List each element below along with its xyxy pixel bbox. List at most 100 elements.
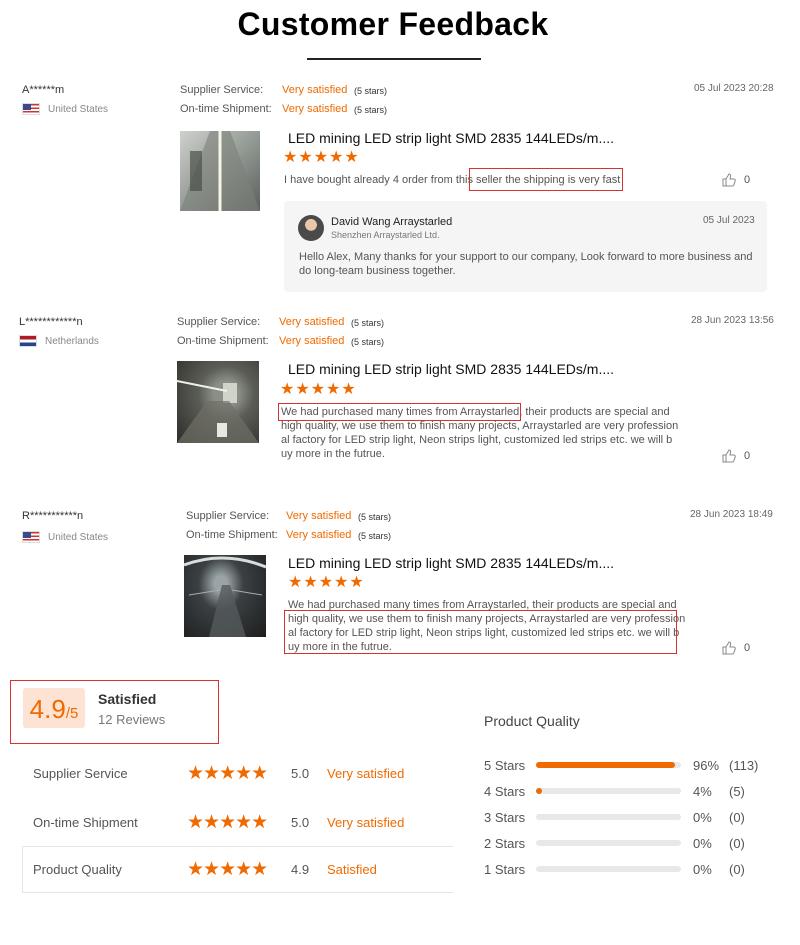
- reviewer-name: L************n: [19, 316, 83, 328]
- percent-label: 0%: [693, 835, 712, 851]
- like-button[interactable]: 0: [722, 641, 750, 655]
- percent-label: 96%: [693, 757, 720, 773]
- product-title-link[interactable]: LED mining LED strip light SMD 2835 144L…: [288, 555, 614, 571]
- review-date: 28 Jun 2023 13:56: [691, 315, 774, 326]
- supplier-service-stars: (5 stars): [358, 512, 392, 522]
- shipment-value: Very satisfied: [286, 529, 352, 541]
- supplier-service-value: Very satisfied: [286, 510, 352, 522]
- progress-bar: [536, 788, 681, 794]
- like-count: 0: [744, 174, 751, 186]
- percent-label: 4%: [693, 783, 712, 799]
- us-flag-icon: [22, 103, 40, 115]
- rating-row-stars: ★★★★★: [187, 811, 268, 833]
- like-button[interactable]: 0: [722, 173, 750, 187]
- review-date: 05 Jul 2023 20:28: [694, 83, 774, 94]
- star-level-label: 1 Stars: [484, 861, 526, 877]
- count-label: (0): [729, 835, 745, 851]
- like-count: 0: [744, 642, 751, 654]
- thumbs-up-icon: [722, 173, 736, 187]
- star-distribution-row: 2 Stars 0% (0): [484, 835, 769, 851]
- reviewer-name: R***********n: [22, 510, 84, 522]
- tunnel-image-icon: [177, 380, 259, 443]
- count-label: (0): [729, 861, 745, 877]
- star-distribution-row: 1 Stars 0% (0): [484, 861, 769, 877]
- supplier-service-value: Very satisfied: [282, 84, 348, 96]
- rating-row-product-quality: Product Quality ★★★★★ 4.9 Satisfied: [33, 858, 377, 880]
- rating-row-label: On-time Shipment: [33, 814, 138, 830]
- percent-label: 0%: [693, 809, 712, 825]
- star-distribution-row: 3 Stars 0% (0): [484, 809, 769, 825]
- rating-row-word: Very satisfied: [327, 814, 405, 830]
- reviewer-country: Netherlands: [19, 335, 99, 347]
- rating-row-stars: ★★★★★: [187, 858, 268, 880]
- avatar: [298, 215, 324, 241]
- score-value: 4.9: [29, 694, 66, 724]
- distribution-title: Product Quality: [484, 713, 580, 729]
- shipment-stars: (5 stars): [351, 337, 385, 347]
- review-count: 12 Reviews: [98, 712, 166, 727]
- supplier-service-label: Supplier Service:: [186, 510, 270, 522]
- progress-bar: [536, 840, 681, 846]
- reviewer-country: United States: [22, 531, 108, 543]
- rating-row-stars: ★★★★★: [187, 762, 268, 784]
- reply-text-line: Hello Alex, Many thanks for your support…: [299, 251, 753, 263]
- review-star-rating: ★★★★★: [288, 574, 365, 591]
- supplier-service-stars: (5 stars): [351, 318, 385, 328]
- supplier-service-label: Supplier Service:: [177, 316, 261, 328]
- product-title-link[interactable]: LED mining LED strip light SMD 2835 144L…: [288, 130, 614, 146]
- progress-bar-fill: [536, 788, 542, 794]
- shipment-value: Very satisfied: [282, 103, 348, 115]
- rating-row-label: Supplier Service: [33, 765, 128, 781]
- rating-row-word: Very satisfied: [327, 765, 405, 781]
- reviewer-name: A******m: [22, 84, 65, 96]
- product-thumbnail[interactable]: [184, 555, 266, 637]
- progress-bar: [536, 814, 681, 820]
- shipment-stars: (5 stars): [354, 105, 388, 115]
- score-suffix: /5: [65, 705, 79, 722]
- shipment-value: Very satisfied: [279, 335, 345, 347]
- country-name: United States: [48, 531, 109, 543]
- percent-label: 0%: [693, 861, 712, 877]
- seller-reply: David Wang Arraystarled Shenzhen Arrayst…: [284, 201, 767, 292]
- supplier-service-value: Very satisfied: [279, 316, 345, 328]
- star-level-label: 2 Stars: [484, 835, 526, 851]
- star-distribution-row: 4 Stars 4% (5): [484, 783, 769, 799]
- supplier-service-label: Supplier Service:: [180, 84, 264, 96]
- product-title-link[interactable]: LED mining LED strip light SMD 2835 144L…: [288, 361, 614, 377]
- star-distribution-row: 5 Stars 96% (113): [484, 757, 769, 773]
- thumbs-up-icon: [722, 641, 736, 655]
- star-level-label: 4 Stars: [484, 783, 526, 799]
- count-label: (5): [729, 783, 745, 799]
- highlight-box: [284, 610, 677, 654]
- product-thumbnail[interactable]: [177, 361, 259, 443]
- review-date: 28 Jun 2023 18:49: [690, 509, 773, 520]
- product-thumbnail[interactable]: [180, 131, 260, 211]
- supplier-service-stars: (5 stars): [354, 86, 388, 96]
- shipment-label: On-time Shipment:: [186, 529, 278, 541]
- star-level-label: 3 Stars: [484, 809, 526, 825]
- overall-score-card: 4.9/5 Satisfied 12 Reviews: [10, 680, 219, 744]
- tunnel-image-icon: [184, 556, 266, 637]
- review-star-rating: ★★★★★: [280, 381, 357, 398]
- reviewer-country: United States: [22, 103, 108, 115]
- us-flag-icon: [22, 531, 40, 543]
- review-text-line: al factory for LED strip light, Neon str…: [281, 434, 673, 446]
- country-name: Netherlands: [45, 335, 99, 347]
- thumbs-up-icon: [722, 449, 736, 463]
- rating-word: Satisfied: [98, 691, 157, 707]
- like-count: 0: [744, 450, 751, 462]
- rating-row-supplier-service: Supplier Service ★★★★★ 5.0 Very satisfie…: [33, 762, 405, 784]
- like-button[interactable]: 0: [722, 449, 750, 463]
- tunnel-image-icon: [180, 131, 260, 211]
- review-star-rating: ★★★★★: [283, 149, 360, 166]
- shipment-label: On-time Shipment:: [177, 335, 269, 347]
- country-name: United States: [48, 103, 109, 115]
- rating-row-label: Product Quality: [33, 861, 122, 877]
- netherlands-flag-icon: [19, 335, 37, 347]
- page-title: Customer Feedback: [237, 6, 549, 42]
- progress-bar-fill: [536, 762, 675, 768]
- star-level-label: 5 Stars: [484, 757, 526, 773]
- reply-text-line: do long-team business together.: [299, 265, 456, 277]
- rating-row-score: 4.9: [291, 861, 310, 877]
- progress-bar: [536, 866, 681, 872]
